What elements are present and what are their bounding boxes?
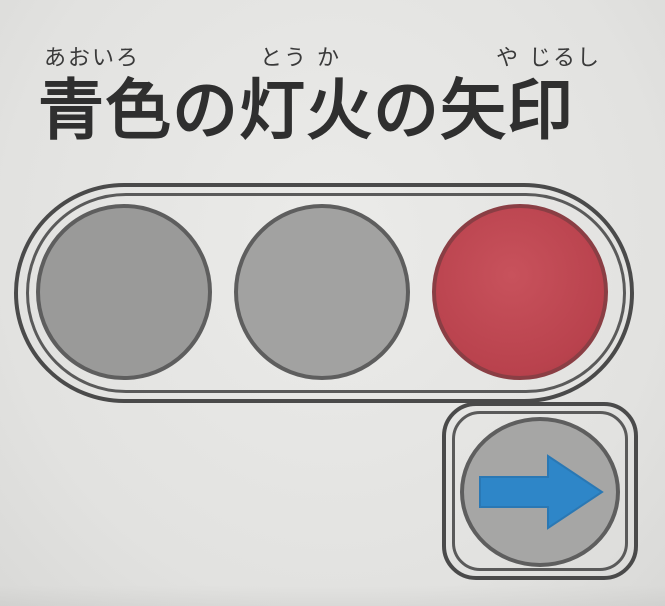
lamp-center-off: [234, 204, 410, 380]
page-title: 青色の灯火の矢印: [38, 72, 574, 149]
right-arrow-icon: [479, 454, 604, 530]
right-arrow-shape: [479, 454, 604, 530]
lamp-right-red-on: [432, 204, 608, 380]
furigana-aoiro: あおいろ: [44, 46, 141, 71]
textbook-page: あおいろ とう か や じるし 青色の灯火の矢印: [0, 0, 665, 606]
lamp-left-off: [36, 204, 212, 380]
page-bottom-shadow: [0, 585, 665, 606]
furigana-yajirushi: や じるし: [496, 46, 601, 71]
title-block: あおいろ とう か や じるし 青色の灯火の矢印: [38, 30, 638, 160]
furigana-touka: とう か: [260, 46, 341, 71]
